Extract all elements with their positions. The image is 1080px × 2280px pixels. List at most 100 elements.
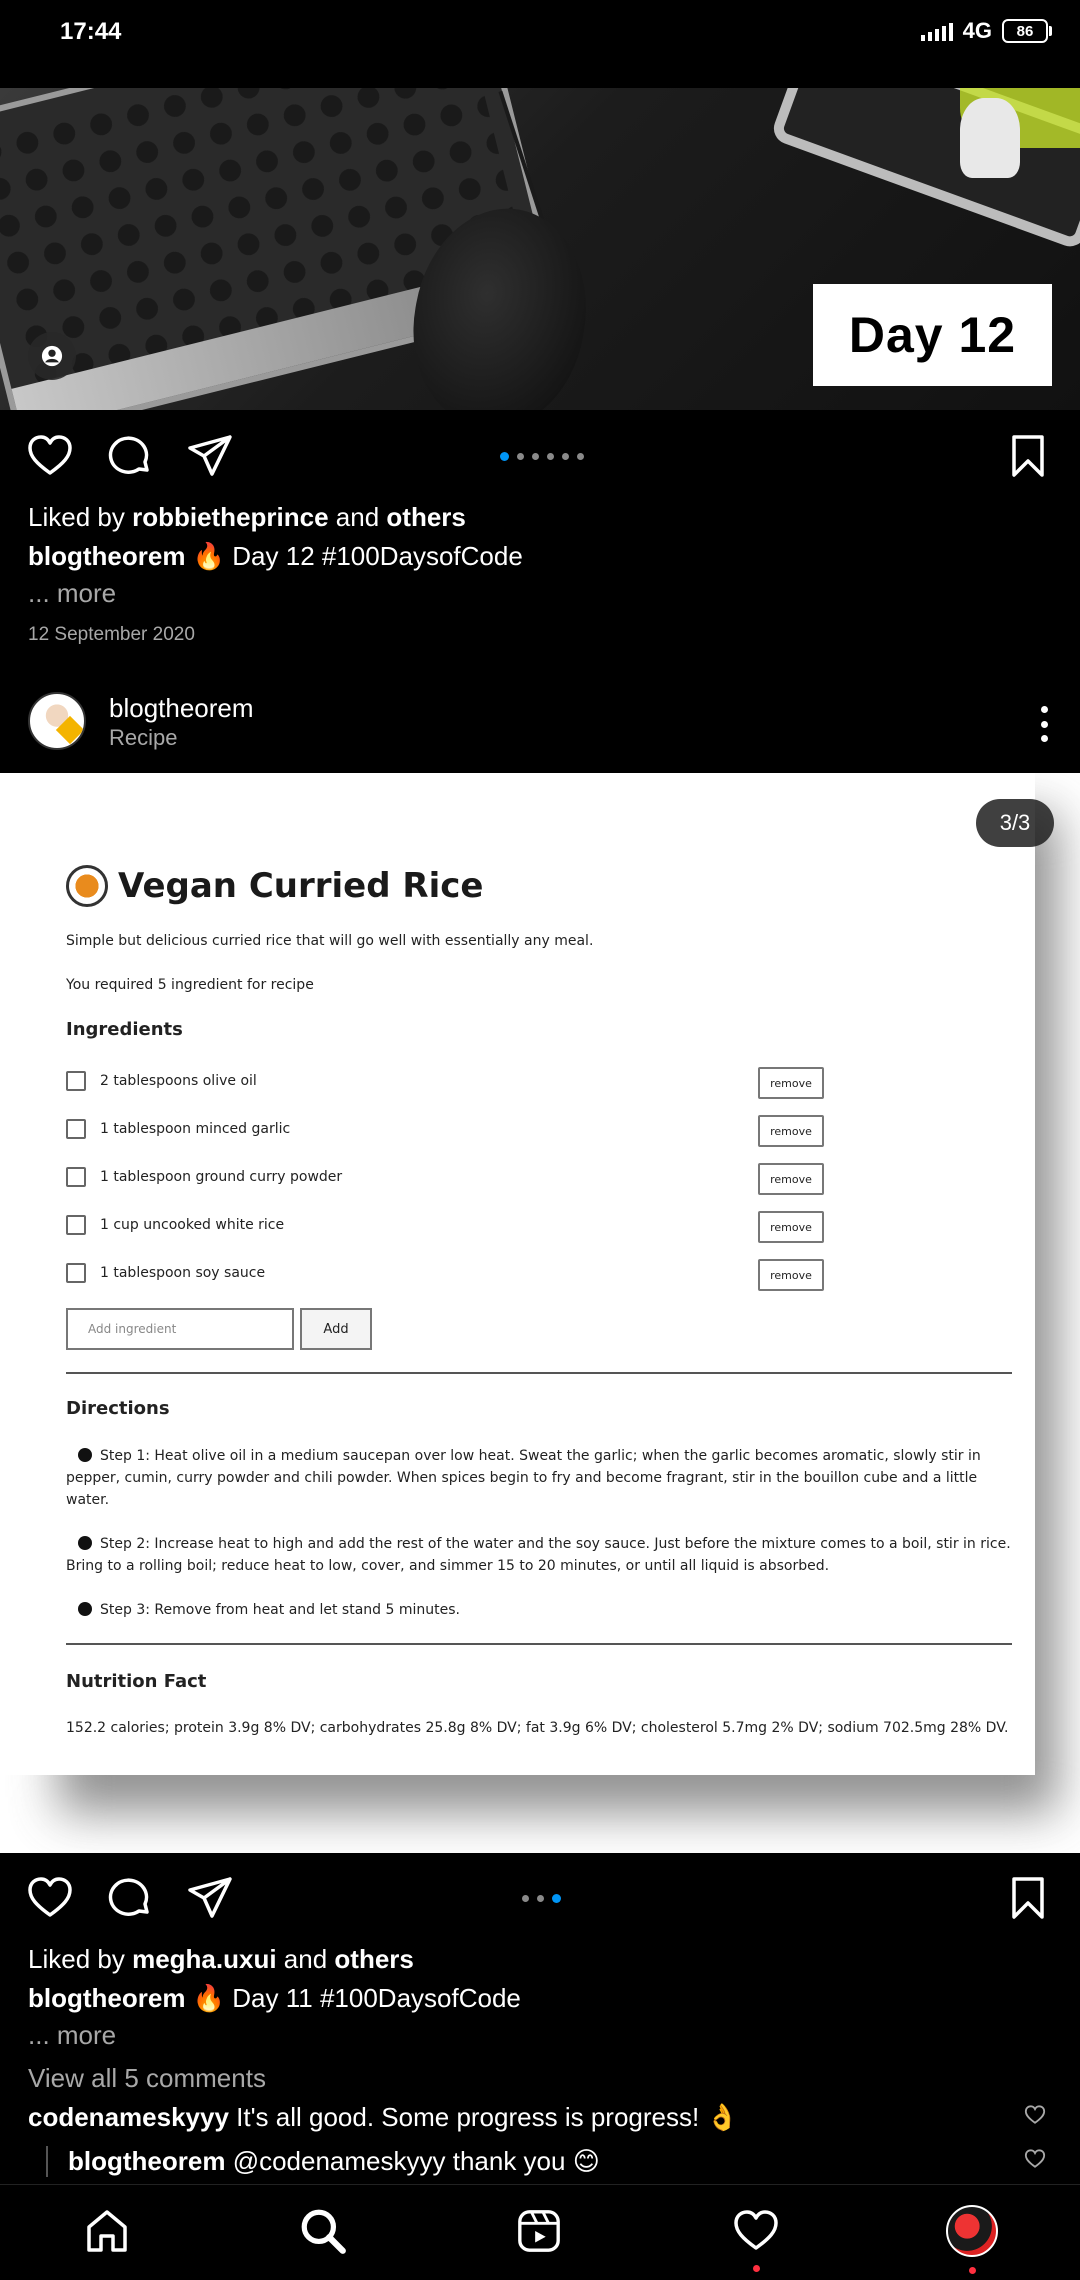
ingredient-row: 1 cup uncooked white rice remove [66, 1211, 826, 1245]
caption-more-link[interactable]: ... more [28, 2020, 116, 2051]
caption-username[interactable]: blogtheorem [28, 1983, 185, 2013]
nutrition-heading: Nutrition Fact [66, 1671, 207, 1692]
ingredient-row: 1 tablespoon minced garlic remove [66, 1115, 826, 1149]
liked-by-user[interactable]: robbietheprince [132, 502, 328, 532]
post-date: 12 September 2020 [28, 624, 195, 645]
profile-icon [946, 2205, 998, 2257]
directions-heading: Directions [66, 1398, 170, 1419]
nav-activity[interactable] [728, 2203, 784, 2259]
reply-username[interactable]: blogtheorem [68, 2146, 225, 2176]
ingredient-checkbox[interactable] [66, 1167, 86, 1187]
ingredient-checkbox[interactable] [66, 1119, 86, 1139]
divider [66, 1643, 1012, 1645]
ingredient-label: 1 cup uncooked white rice [100, 1217, 285, 1233]
post-username[interactable]: blogtheorem [109, 693, 254, 724]
ingredient-checkbox[interactable] [66, 1215, 86, 1235]
nutrition-text: 152.2 calories; protein 3.9g 8% DV; carb… [66, 1720, 1009, 1736]
recipe-sheet: Vegan Curried Rice Simple but delicious … [0, 773, 1035, 1775]
page-counter-badge: 3/3 [976, 799, 1054, 847]
ingredient-row: 1 tablespoon ground curry powder remove [66, 1163, 826, 1197]
carousel-indicator [500, 452, 584, 461]
post2-action-bar [0, 1862, 1080, 1932]
remove-button[interactable]: remove [758, 1211, 824, 1243]
signal-icon [920, 21, 953, 41]
day-badge: Day 12 [813, 284, 1052, 386]
post1-action-bar [0, 420, 1080, 490]
ingredient-label: 2 tablespoons olive oil [100, 1073, 257, 1089]
ingredient-label: 1 tablespoon ground curry powder [100, 1169, 343, 1185]
post2-header: blogtheorem Recipe [0, 688, 1080, 778]
post1-caption: blogtheorem 🔥 Day 12 #100DaysofCode [28, 541, 523, 572]
recipe-description: Simple but delicious curried rice that w… [66, 933, 594, 949]
ingredient-checkbox[interactable] [66, 1071, 86, 1091]
post-image-recipe[interactable]: Vegan Curried Rice Simple but delicious … [0, 773, 1080, 1853]
status-indicators: 4G 86 [920, 18, 1052, 44]
ingredient-row: 1 tablespoon soy sauce remove [66, 1259, 826, 1293]
network-type: 4G [962, 18, 992, 43]
bullet-icon [78, 1602, 92, 1616]
comment: codenameskyyy It's all good. Some progre… [28, 2102, 739, 2133]
comment-icon[interactable] [106, 1874, 154, 1922]
nav-home[interactable] [79, 2203, 135, 2259]
recipe-requirement: You required 5 ingredient for recipe [66, 977, 314, 993]
share-icon[interactable] [186, 432, 234, 480]
ingredients-heading: Ingredients [66, 1019, 183, 1040]
divider [66, 1372, 1012, 1374]
comment-reply: blogtheorem @codenameskyyy thank you 😊 [46, 2146, 600, 2177]
caption-more-link[interactable]: ... more [28, 578, 116, 609]
tagged-users-button[interactable] [28, 332, 76, 380]
carousel-indicator [522, 1894, 561, 1903]
post2-likes[interactable]: Liked by megha.uxui and others [28, 1944, 414, 1975]
reels-icon [518, 2210, 560, 2252]
view-all-comments-link[interactable]: View all 5 comments [28, 2063, 266, 2094]
more-options-icon[interactable] [1038, 706, 1050, 742]
recipe-title-row: Vegan Curried Rice [66, 865, 483, 907]
ingredient-label: 1 tablespoon soy sauce [100, 1265, 266, 1281]
comment-like-icon[interactable] [1024, 2148, 1046, 2170]
direction-step: Step 3: Remove from heat and let stand 5… [66, 1599, 1016, 1621]
remove-button[interactable]: remove [758, 1067, 824, 1099]
nav-profile[interactable] [944, 2203, 1000, 2259]
bookmark-icon[interactable] [1004, 1874, 1052, 1922]
home-icon [87, 2210, 127, 2252]
ingredient-checkbox[interactable] [66, 1263, 86, 1283]
avatar[interactable] [28, 692, 86, 750]
post1-likes[interactable]: Liked by robbietheprince and others [28, 502, 466, 533]
comment-username[interactable]: codenameskyyy [28, 2102, 229, 2132]
person-icon [41, 345, 63, 367]
heart-icon[interactable] [26, 1874, 74, 1922]
bottom-nav [0, 2184, 1080, 2280]
remove-button[interactable]: remove [758, 1163, 824, 1195]
activity-notification-dot [753, 2265, 760, 2272]
status-time: 17:44 [60, 18, 122, 45]
bullet-icon [78, 1448, 92, 1462]
bookmark-icon[interactable] [1004, 432, 1052, 480]
recipe-title: Vegan Curried Rice [118, 866, 484, 906]
reply-text: @codenameskyyy thank you 😊 [232, 2146, 600, 2176]
nav-reels[interactable] [511, 2203, 567, 2259]
recipe-logo-icon [66, 865, 108, 907]
direction-step: Step 1: Heat olive oil in a medium sauce… [66, 1448, 981, 1508]
post-subtitle: Recipe [109, 725, 178, 750]
comment-icon[interactable] [106, 432, 154, 480]
remove-button[interactable]: remove [758, 1259, 824, 1291]
liked-by-user[interactable]: megha.uxui [132, 1944, 276, 1974]
comment-text: It's all good. Some progress is progress… [236, 2102, 739, 2132]
post-image-day12[interactable]: Day 12 [0, 88, 1080, 410]
add-ingredient-button[interactable]: Add [300, 1308, 372, 1350]
ingredient-label: 1 tablespoon minced garlic [100, 1121, 291, 1137]
caption-username[interactable]: blogtheorem [28, 541, 185, 571]
caption-text: 🔥 Day 11 #100DaysofCode [192, 1983, 521, 2013]
battery-level: 86 [1002, 19, 1048, 43]
remove-button[interactable]: remove [758, 1115, 824, 1147]
nav-search[interactable] [295, 2203, 351, 2259]
ingredient-row: 2 tablespoons olive oil remove [66, 1067, 826, 1101]
heart-icon[interactable] [26, 432, 74, 480]
bullet-icon [78, 1536, 92, 1550]
add-ingredient-input[interactable]: Add ingredient [66, 1308, 294, 1350]
share-icon[interactable] [186, 1874, 234, 1922]
comment-like-icon[interactable] [1024, 2104, 1046, 2126]
search-icon [301, 2209, 346, 2254]
status-bar: 17:44 4G 86 [0, 0, 1080, 68]
battery-icon: 86 [1002, 19, 1052, 43]
